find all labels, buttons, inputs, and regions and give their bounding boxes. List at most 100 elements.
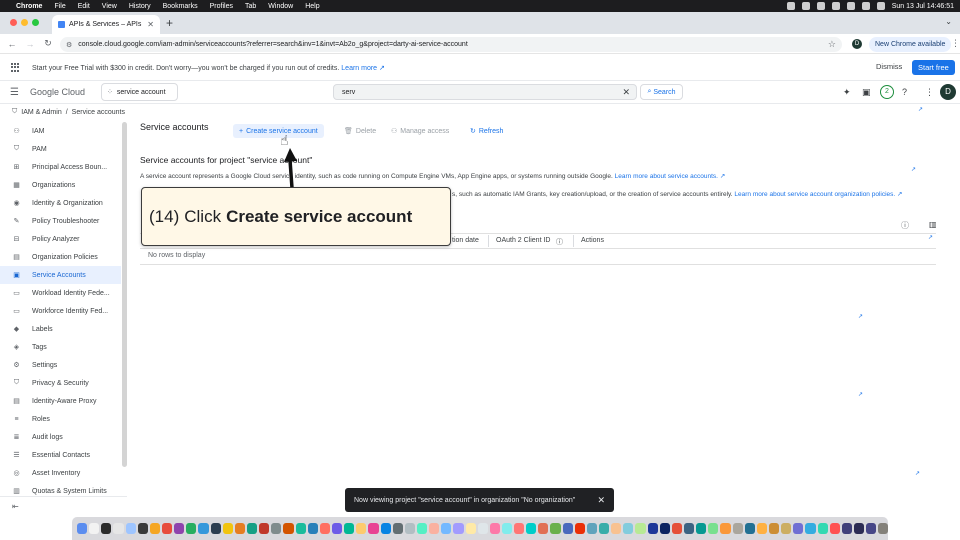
clock[interactable]: Sun 13 Jul 14:46:51: [892, 3, 954, 10]
dock-app-icon[interactable]: [356, 523, 367, 534]
dock-app-icon[interactable]: [234, 523, 245, 534]
dock-app-icon[interactable]: [684, 523, 695, 534]
dock-app-icon[interactable]: [416, 523, 428, 534]
clear-search-icon[interactable]: ✕: [622, 87, 630, 98]
menu-edit[interactable]: Edit: [78, 3, 90, 10]
menu-app[interactable]: Chrome: [16, 3, 42, 10]
sidebar-item[interactable]: ▭ Workforce Identity Fed...: [0, 302, 121, 320]
column-header-creation-date[interactable]: tion date: [452, 237, 479, 244]
external-link-icon[interactable]: ↗: [918, 106, 923, 113]
help-icon[interactable]: ?: [902, 87, 907, 97]
sidebar-item[interactable]: ▤ Identity-Aware Proxy: [0, 392, 121, 410]
dock-app-icon[interactable]: [392, 523, 403, 534]
site-info-icon[interactable]: ⚙: [66, 41, 72, 49]
manage-access-button[interactable]: ⚇ Manage access: [391, 124, 449, 138]
dock-app-icon[interactable]: [441, 523, 452, 534]
close-window-icon[interactable]: [10, 19, 17, 26]
menu-file[interactable]: File: [54, 3, 65, 10]
minimize-window-icon[interactable]: [21, 19, 28, 26]
address-bar[interactable]: ⚙ console.cloud.google.com/iam-admin/ser…: [60, 37, 842, 52]
dock-app-icon[interactable]: [854, 523, 865, 534]
cloud-shell-icon[interactable]: ▣: [862, 87, 871, 98]
dock-app-icon[interactable]: [781, 523, 792, 534]
dock-app-icon[interactable]: [829, 523, 840, 534]
close-snackbar-icon[interactable]: ✕: [597, 495, 605, 506]
dock-app-icon[interactable]: [259, 523, 270, 534]
dock-app-icon[interactable]: [769, 523, 780, 534]
dock-app-icon[interactable]: [805, 523, 816, 534]
sidebar-item[interactable]: ☰ Essential Contacts: [0, 446, 121, 464]
tray-icon[interactable]: [831, 2, 840, 10]
dock-app-icon[interactable]: [149, 523, 160, 534]
dock-app-icon[interactable]: [586, 523, 598, 534]
search-input[interactable]: serv ✕: [333, 84, 637, 100]
sidebar-item[interactable]: ▣ Service Accounts: [0, 266, 121, 284]
refresh-button[interactable]: ↻ Refresh: [470, 124, 503, 138]
sidebar-item[interactable]: ⚇ IAM: [0, 122, 121, 140]
collapse-sidebar-icon[interactable]: ⇤: [12, 502, 19, 511]
url-text[interactable]: console.cloud.google.com/iam-admin/servi…: [78, 41, 467, 48]
search-button[interactable]: ⌕ Search: [640, 84, 683, 100]
dock-app-icon[interactable]: [756, 523, 768, 534]
google-cloud-logo[interactable]: Google Cloud: [30, 87, 85, 97]
dock-app-icon[interactable]: [89, 523, 100, 534]
dock-app-icon[interactable]: [283, 523, 294, 534]
dock-app-icon[interactable]: [113, 523, 124, 534]
external-link-icon[interactable]: ↗: [858, 313, 863, 320]
external-link-icon[interactable]: ↗: [858, 391, 863, 398]
dock-app-icon[interactable]: [210, 523, 221, 534]
dock-app-icon[interactable]: [465, 523, 476, 534]
tray-icon[interactable]: [846, 2, 855, 10]
sidebar-item[interactable]: ≡ Roles: [0, 410, 121, 428]
dock-app-icon[interactable]: [368, 523, 379, 534]
sidebar-item[interactable]: ⛉ Privacy & Security: [0, 374, 121, 392]
tray-icon[interactable]: [816, 2, 825, 10]
dock-app-icon[interactable]: [793, 523, 804, 534]
dock-app-icon[interactable]: [708, 523, 719, 534]
wifi-icon[interactable]: [861, 2, 870, 10]
dock-app-icon[interactable]: [659, 523, 670, 534]
notifications-badge[interactable]: 2: [880, 85, 894, 99]
create-service-account-button[interactable]: + Create service account: [233, 124, 324, 138]
dock-app-icon[interactable]: [489, 523, 500, 534]
column-help-icon[interactable]: ⓘ: [901, 220, 909, 231]
project-picker[interactable]: ⁘ service account: [101, 83, 178, 101]
dock-app-icon[interactable]: [647, 523, 658, 534]
menu-window[interactable]: Window: [268, 3, 293, 10]
dock-app-icon[interactable]: [526, 523, 537, 534]
dock-app-icon[interactable]: [574, 523, 585, 534]
dock-app-icon[interactable]: [878, 523, 889, 534]
more-options-icon[interactable]: ⋮: [925, 87, 934, 98]
sidebar-scrollbar[interactable]: [122, 122, 127, 467]
tray-icon[interactable]: [786, 2, 795, 10]
dock-app-icon[interactable]: [562, 523, 573, 534]
browser-tab[interactable]: APIs & Services – APIs & Se ✕: [52, 15, 160, 34]
dock-app-icon[interactable]: [404, 523, 415, 534]
zoom-window-icon[interactable]: [32, 19, 39, 26]
learn-more-org-policies-link[interactable]: Learn more about service account organiz…: [734, 191, 895, 198]
account-avatar[interactable]: D: [940, 84, 956, 100]
sidebar-item[interactable]: ◉ Identity & Organization: [0, 194, 121, 212]
dock-app-icon[interactable]: [599, 523, 610, 534]
chrome-menu-icon[interactable]: ⋮: [951, 38, 960, 49]
menu-profiles[interactable]: Profiles: [210, 3, 233, 10]
dock-app-icon[interactable]: [841, 523, 852, 534]
dock-app-icon[interactable]: [331, 523, 343, 534]
dock-app-icon[interactable]: [198, 523, 209, 534]
dock-app-icon[interactable]: [866, 523, 877, 534]
sidebar-item[interactable]: ◆ Labels: [0, 320, 121, 338]
dock-app-icon[interactable]: [307, 523, 318, 534]
learn-more-service-accounts-link[interactable]: Learn more about service accounts.: [615, 173, 718, 180]
dock-app-icon[interactable]: [344, 523, 355, 534]
sidebar-item[interactable]: ▦ Organizations: [0, 176, 121, 194]
sidebar-item[interactable]: ▥ Quotas & System Limits: [0, 482, 121, 497]
bookmark-star-icon[interactable]: ☆: [828, 39, 836, 50]
sidebar-item[interactable]: ◈ Tags: [0, 338, 121, 356]
menu-icon[interactable]: ☰: [10, 87, 19, 98]
sidebar-item[interactable]: ⚙ Settings: [0, 356, 121, 374]
new-tab-icon[interactable]: +: [166, 16, 173, 30]
dock-app-icon[interactable]: [550, 523, 561, 534]
dock-app-icon[interactable]: [671, 523, 683, 534]
menu-bookmarks[interactable]: Bookmarks: [163, 3, 198, 10]
dock-app-icon[interactable]: [538, 523, 549, 534]
